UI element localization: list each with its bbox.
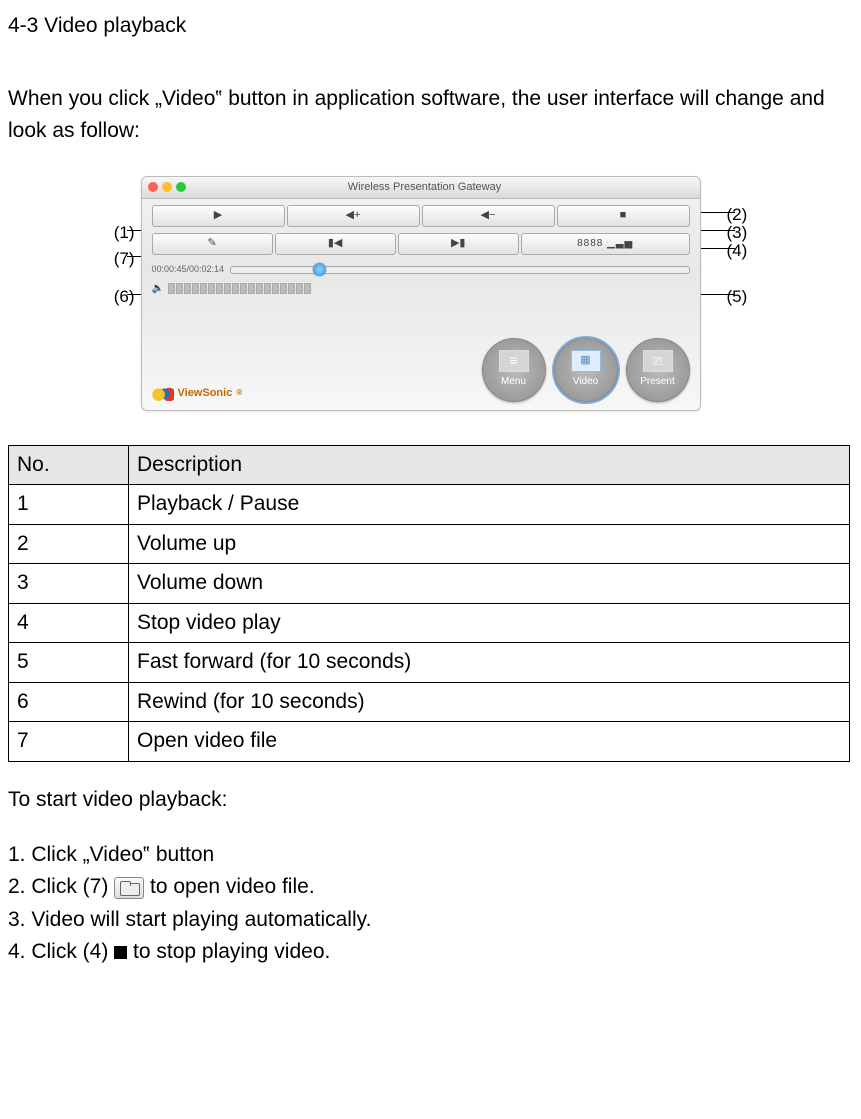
step-4b: to stop playing video. — [133, 940, 330, 963]
cell-no: 7 — [9, 722, 129, 762]
time-label: 00:00:45/00:02:14 — [152, 263, 225, 277]
logo-birds-icon — [152, 385, 174, 401]
callout-5: (5) — [727, 284, 771, 310]
present-round-button[interactable]: Present — [626, 338, 690, 402]
cell-no: 2 — [9, 524, 129, 564]
signal-icon: ▁▃▅ — [607, 236, 633, 252]
step-2a: 2. Click (7) — [8, 875, 114, 898]
step-2b: to open video file. — [150, 875, 315, 898]
callout-7: (7) — [91, 246, 135, 272]
video-icon — [571, 350, 601, 372]
cell-no: 1 — [9, 485, 129, 525]
th-no: No. — [9, 445, 129, 485]
play-pause-button[interactable]: ▶ — [152, 205, 285, 227]
section-heading: 4-3 Video playback — [8, 10, 853, 43]
forward-button[interactable]: ▶▮ — [398, 233, 519, 255]
description-table: No. Description 1Playback / Pause 2Volum… — [8, 445, 850, 762]
code-value: 8888 — [577, 236, 603, 252]
table-row: 4Stop video play — [9, 603, 850, 643]
open-file-button[interactable]: ✎ — [152, 233, 273, 255]
video-label: Video — [573, 374, 598, 390]
rewind-button[interactable]: ▮◀ — [275, 233, 396, 255]
step-2: 2. Click (7) to open video file. — [8, 871, 853, 904]
present-icon — [643, 350, 673, 372]
app-window: Wireless Presentation Gateway ▶ ◀+ ◀− ■ … — [141, 176, 701, 411]
open-folder-icon — [114, 877, 144, 899]
cell-no: 4 — [9, 603, 129, 643]
callout-1: (1) — [91, 220, 135, 246]
menu-icon — [499, 350, 529, 372]
table-row: 6Rewind (for 10 seconds) — [9, 682, 850, 722]
cell-desc: Stop video play — [129, 603, 850, 643]
ui-screenshot-figure: (1) (7) (6) (2) (3) (4) (5) Wireless Pre… — [91, 176, 771, 411]
th-desc: Description — [129, 445, 850, 485]
step-4a: 4. Click (4) — [8, 940, 114, 963]
step-4: 4. Click (4) to stop playing video. — [8, 936, 853, 969]
step-1: 1. Click „Video‟ button — [8, 839, 853, 872]
table-row: 5Fast forward (for 10 seconds) — [9, 643, 850, 683]
cell-no: 5 — [9, 643, 129, 683]
logo-text: ViewSonic — [178, 385, 233, 402]
seek-thumb[interactable] — [313, 263, 326, 276]
table-row: 7Open video file — [9, 722, 850, 762]
cell-no: 6 — [9, 682, 129, 722]
callout-6: (6) — [91, 284, 135, 310]
table-row: 2Volume up — [9, 524, 850, 564]
table-row: 3Volume down — [9, 564, 850, 604]
video-round-button[interactable]: Video — [554, 338, 618, 402]
cell-desc: Fast forward (for 10 seconds) — [129, 643, 850, 683]
cell-desc: Rewind (for 10 seconds) — [129, 682, 850, 722]
speaker-icon: 🔈 — [152, 281, 164, 297]
viewsonic-logo: ViewSonic® — [152, 385, 243, 402]
cell-no: 3 — [9, 564, 129, 604]
intro-paragraph: When you click „Video‟ button in applica… — [8, 83, 853, 148]
window-titlebar: Wireless Presentation Gateway — [142, 177, 700, 199]
cell-desc: Playback / Pause — [129, 485, 850, 525]
volume-bars[interactable] — [168, 283, 311, 294]
stop-square-icon — [114, 946, 127, 959]
menu-round-button[interactable]: Menu — [482, 338, 546, 402]
seek-slider[interactable] — [230, 266, 689, 274]
steps-list: 1. Click „Video‟ button 2. Click (7) to … — [8, 839, 853, 969]
volume-down-button[interactable]: ◀− — [422, 205, 555, 227]
present-label: Present — [640, 374, 674, 390]
window-title: Wireless Presentation Gateway — [156, 179, 694, 196]
callout-4: (4) — [727, 238, 771, 264]
step-3: 3. Video will start playing automaticall… — [8, 904, 853, 937]
cell-desc: Volume down — [129, 564, 850, 604]
code-display: 8888 ▁▃▅ — [521, 233, 690, 255]
start-playback-label: To start video playback: — [8, 784, 853, 817]
cell-desc: Volume up — [129, 524, 850, 564]
stop-button[interactable]: ■ — [557, 205, 690, 227]
menu-label: Menu — [501, 374, 526, 390]
volume-up-button[interactable]: ◀+ — [287, 205, 420, 227]
table-row: 1Playback / Pause — [9, 485, 850, 525]
cell-desc: Open video file — [129, 722, 850, 762]
